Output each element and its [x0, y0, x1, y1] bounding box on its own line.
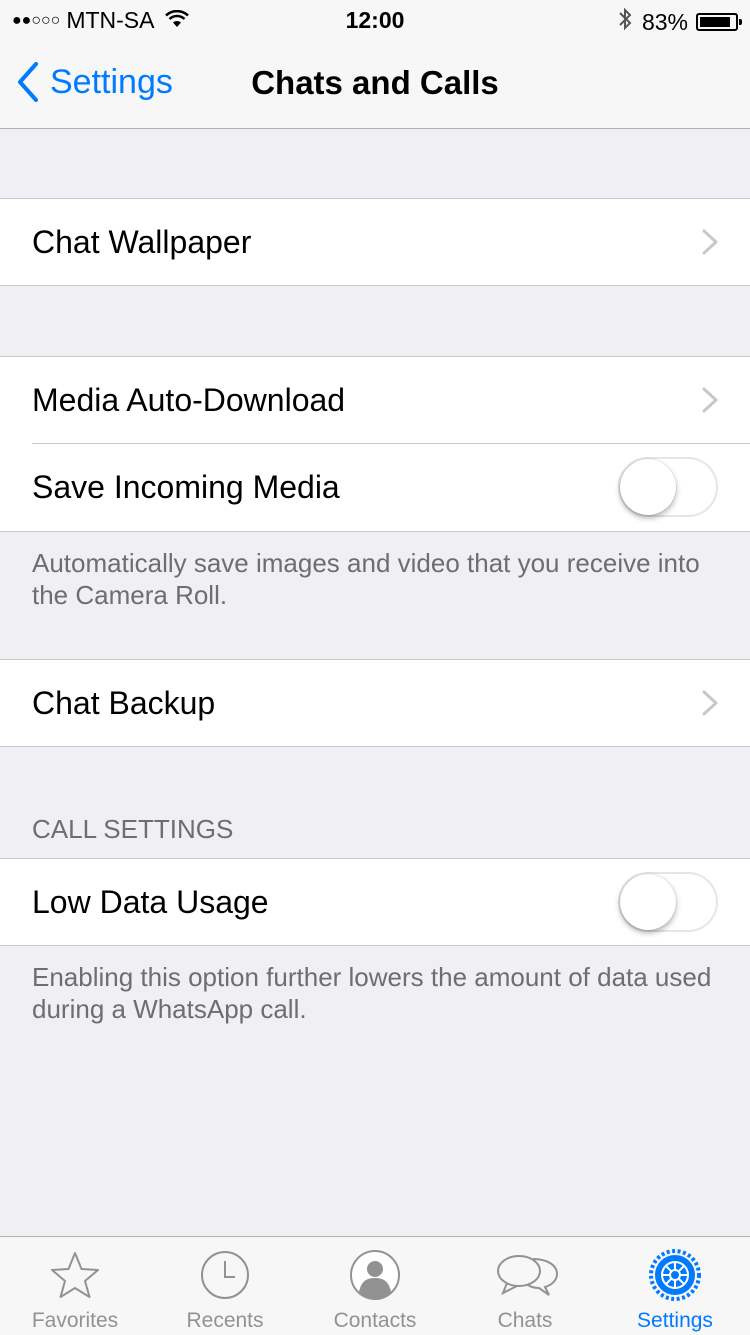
chat-backup-cell[interactable]: Chat Backup: [0, 659, 750, 747]
low-data-usage-label: Low Data Usage: [32, 883, 269, 920]
tab-contacts[interactable]: Contacts: [300, 1237, 450, 1335]
media-auto-download-cell[interactable]: Media Auto-Download: [0, 356, 750, 444]
media-auto-download-label: Media Auto-Download: [32, 382, 346, 418]
battery-percentage: 83%: [641, 8, 688, 35]
chevron-right-icon: [702, 229, 718, 255]
person-icon: [350, 1250, 400, 1300]
bluetooth-icon: [618, 7, 632, 37]
tab-recents[interactable]: Recents: [150, 1237, 300, 1335]
gear-icon: [649, 1249, 701, 1301]
clock-icon: [201, 1251, 249, 1299]
page-title: Chats and Calls: [251, 64, 499, 101]
chat-bubbles-icon: [497, 1255, 559, 1296]
tab-label: Recents: [186, 1309, 264, 1332]
chevron-right-icon: [702, 690, 718, 716]
chat-wallpaper-cell[interactable]: Chat Wallpaper: [0, 198, 750, 286]
save-incoming-media-toggle[interactable]: [618, 457, 718, 517]
navigation-bar: Settings Chats and Calls: [0, 40, 750, 129]
tab-favorites[interactable]: Favorites: [0, 1237, 150, 1335]
tab-label: Contacts: [333, 1309, 417, 1332]
low-data-usage-cell: Low Data Usage: [0, 858, 750, 946]
status-right: 83%: [618, 7, 742, 37]
low-data-usage-toggle[interactable]: [618, 872, 718, 932]
tab-label: Settings: [637, 1309, 713, 1332]
battery-icon: [696, 13, 742, 31]
low-data-usage-footer: Enabling this option further lowers the …: [32, 962, 712, 1024]
chevron-right-icon: [702, 387, 718, 413]
save-incoming-media-cell: Save Incoming Media: [0, 444, 750, 532]
chat-backup-label: Chat Backup: [32, 684, 216, 721]
tab-label: Favorites: [31, 1309, 119, 1332]
tab-chats[interactable]: Chats: [450, 1237, 600, 1335]
save-incoming-media-label: Save Incoming Media: [32, 469, 340, 505]
star-icon: [51, 1252, 99, 1298]
tab-settings[interactable]: Settings: [600, 1237, 750, 1335]
toggle-knob: [620, 874, 676, 930]
call-settings-header: CALL SETTINGS: [32, 814, 234, 844]
tab-bar: Favorites Recents Contacts Chats Setting…: [0, 1236, 750, 1335]
chat-wallpaper-label: Chat Wallpaper: [32, 223, 252, 260]
tab-label: Chats: [497, 1309, 553, 1332]
save-incoming-media-footer: Automatically save images and video that…: [32, 548, 700, 610]
status-bar: ●●○○○ MTN-SA 12:00 83%: [0, 0, 750, 40]
toggle-knob: [620, 459, 676, 515]
